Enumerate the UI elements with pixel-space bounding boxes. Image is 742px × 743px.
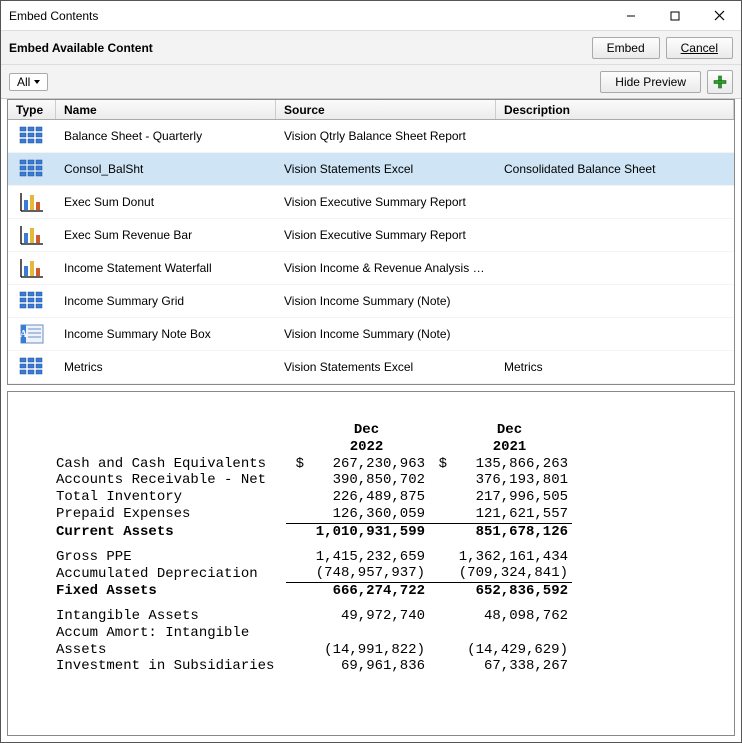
- grid-icon: [18, 289, 46, 313]
- cell-type: [8, 124, 56, 148]
- preview-content: DecDec20222021Cash and Cash Equivalents$…: [8, 392, 734, 685]
- grid-icon: [18, 124, 46, 148]
- filter-dropdown[interactable]: All: [9, 73, 48, 91]
- cell-name: Exec Sum Revenue Bar: [56, 228, 276, 242]
- titlebar: Embed Contents: [1, 1, 741, 31]
- cell-name: Metrics: [56, 360, 276, 374]
- cell-source: Vision Executive Summary Report: [276, 228, 496, 242]
- chevron-down-icon: [32, 77, 42, 87]
- cell-source: Vision Income & Revenue Analysis Report: [276, 261, 496, 275]
- table-row[interactable]: Exec Sum Revenue BarVision Executive Sum…: [8, 219, 734, 252]
- cell-type: [8, 355, 56, 379]
- minimize-button[interactable]: [609, 1, 653, 31]
- grid-icon: [18, 355, 46, 379]
- cell-description: Consolidated Balance Sheet: [496, 162, 734, 176]
- filter-label: All: [17, 75, 30, 89]
- table-row[interactable]: Income Summary GridVision Income Summary…: [8, 285, 734, 318]
- cell-name: Exec Sum Donut: [56, 195, 276, 209]
- col-header-description[interactable]: Description: [496, 100, 734, 119]
- cell-name: Income Summary Grid: [56, 294, 276, 308]
- cell-source: Vision Statements Excel: [276, 360, 496, 374]
- embed-button[interactable]: Embed: [592, 37, 660, 59]
- bar-chart-icon: [18, 190, 46, 214]
- toolbar-secondary: All Hide Preview: [1, 65, 741, 99]
- cell-name: Income Statement Waterfall: [56, 261, 276, 275]
- cell-type: [8, 223, 56, 247]
- close-button[interactable]: [697, 1, 741, 31]
- window-title: Embed Contents: [9, 9, 609, 23]
- cell-name: Consol_BalSht: [56, 162, 276, 176]
- grid-icon: [18, 157, 46, 181]
- bar-chart-icon: [18, 256, 46, 280]
- cell-type: [8, 190, 56, 214]
- cell-source: Vision Qtrly Balance Sheet Report: [276, 129, 496, 143]
- cell-source: Vision Income Summary (Note): [276, 327, 496, 341]
- add-button[interactable]: [707, 70, 733, 94]
- table-row[interactable]: Income Summary Note BoxVision Income Sum…: [8, 318, 734, 351]
- cell-type: [8, 289, 56, 313]
- cell-source: Vision Executive Summary Report: [276, 195, 496, 209]
- cell-type: [8, 157, 56, 181]
- dialog-heading: Embed Available Content: [9, 41, 586, 55]
- hide-preview-button[interactable]: Hide Preview: [600, 71, 701, 93]
- cell-name: Balance Sheet - Quarterly: [56, 129, 276, 143]
- col-header-type[interactable]: Type: [8, 100, 56, 119]
- cell-type: [8, 322, 56, 346]
- cell-description: Metrics: [496, 360, 734, 374]
- cell-type: [8, 256, 56, 280]
- embed-contents-dialog: Embed Contents Embed Available Content E…: [0, 0, 742, 743]
- plus-icon: [713, 75, 727, 89]
- maximize-button[interactable]: [653, 1, 697, 31]
- toolbar-primary: Embed Available Content Embed Cancel: [1, 31, 741, 65]
- bar-chart-icon: [18, 223, 46, 247]
- grid-body[interactable]: Balance Sheet - QuarterlyVision Qtrly Ba…: [8, 120, 734, 384]
- note-icon: [18, 322, 46, 346]
- cell-name: Income Summary Note Box: [56, 327, 276, 341]
- grid-header: Type Name Source Description: [8, 100, 734, 120]
- col-header-source[interactable]: Source: [276, 100, 496, 119]
- table-row[interactable]: Income Statement WaterfallVision Income …: [8, 252, 734, 285]
- table-row[interactable]: Consol_BalShtVision Statements ExcelCons…: [8, 153, 734, 186]
- cell-source: Vision Statements Excel: [276, 162, 496, 176]
- col-header-name[interactable]: Name: [56, 100, 276, 119]
- preview-pane[interactable]: DecDec20222021Cash and Cash Equivalents$…: [7, 391, 735, 736]
- cell-source: Vision Income Summary (Note): [276, 294, 496, 308]
- table-row[interactable]: Exec Sum DonutVision Executive Summary R…: [8, 186, 734, 219]
- content-grid: Type Name Source Description Balance She…: [7, 99, 735, 385]
- table-row[interactable]: Balance Sheet - QuarterlyVision Qtrly Ba…: [8, 120, 734, 153]
- cancel-button[interactable]: Cancel: [666, 37, 733, 59]
- table-row[interactable]: MetricsVision Statements ExcelMetrics: [8, 351, 734, 384]
